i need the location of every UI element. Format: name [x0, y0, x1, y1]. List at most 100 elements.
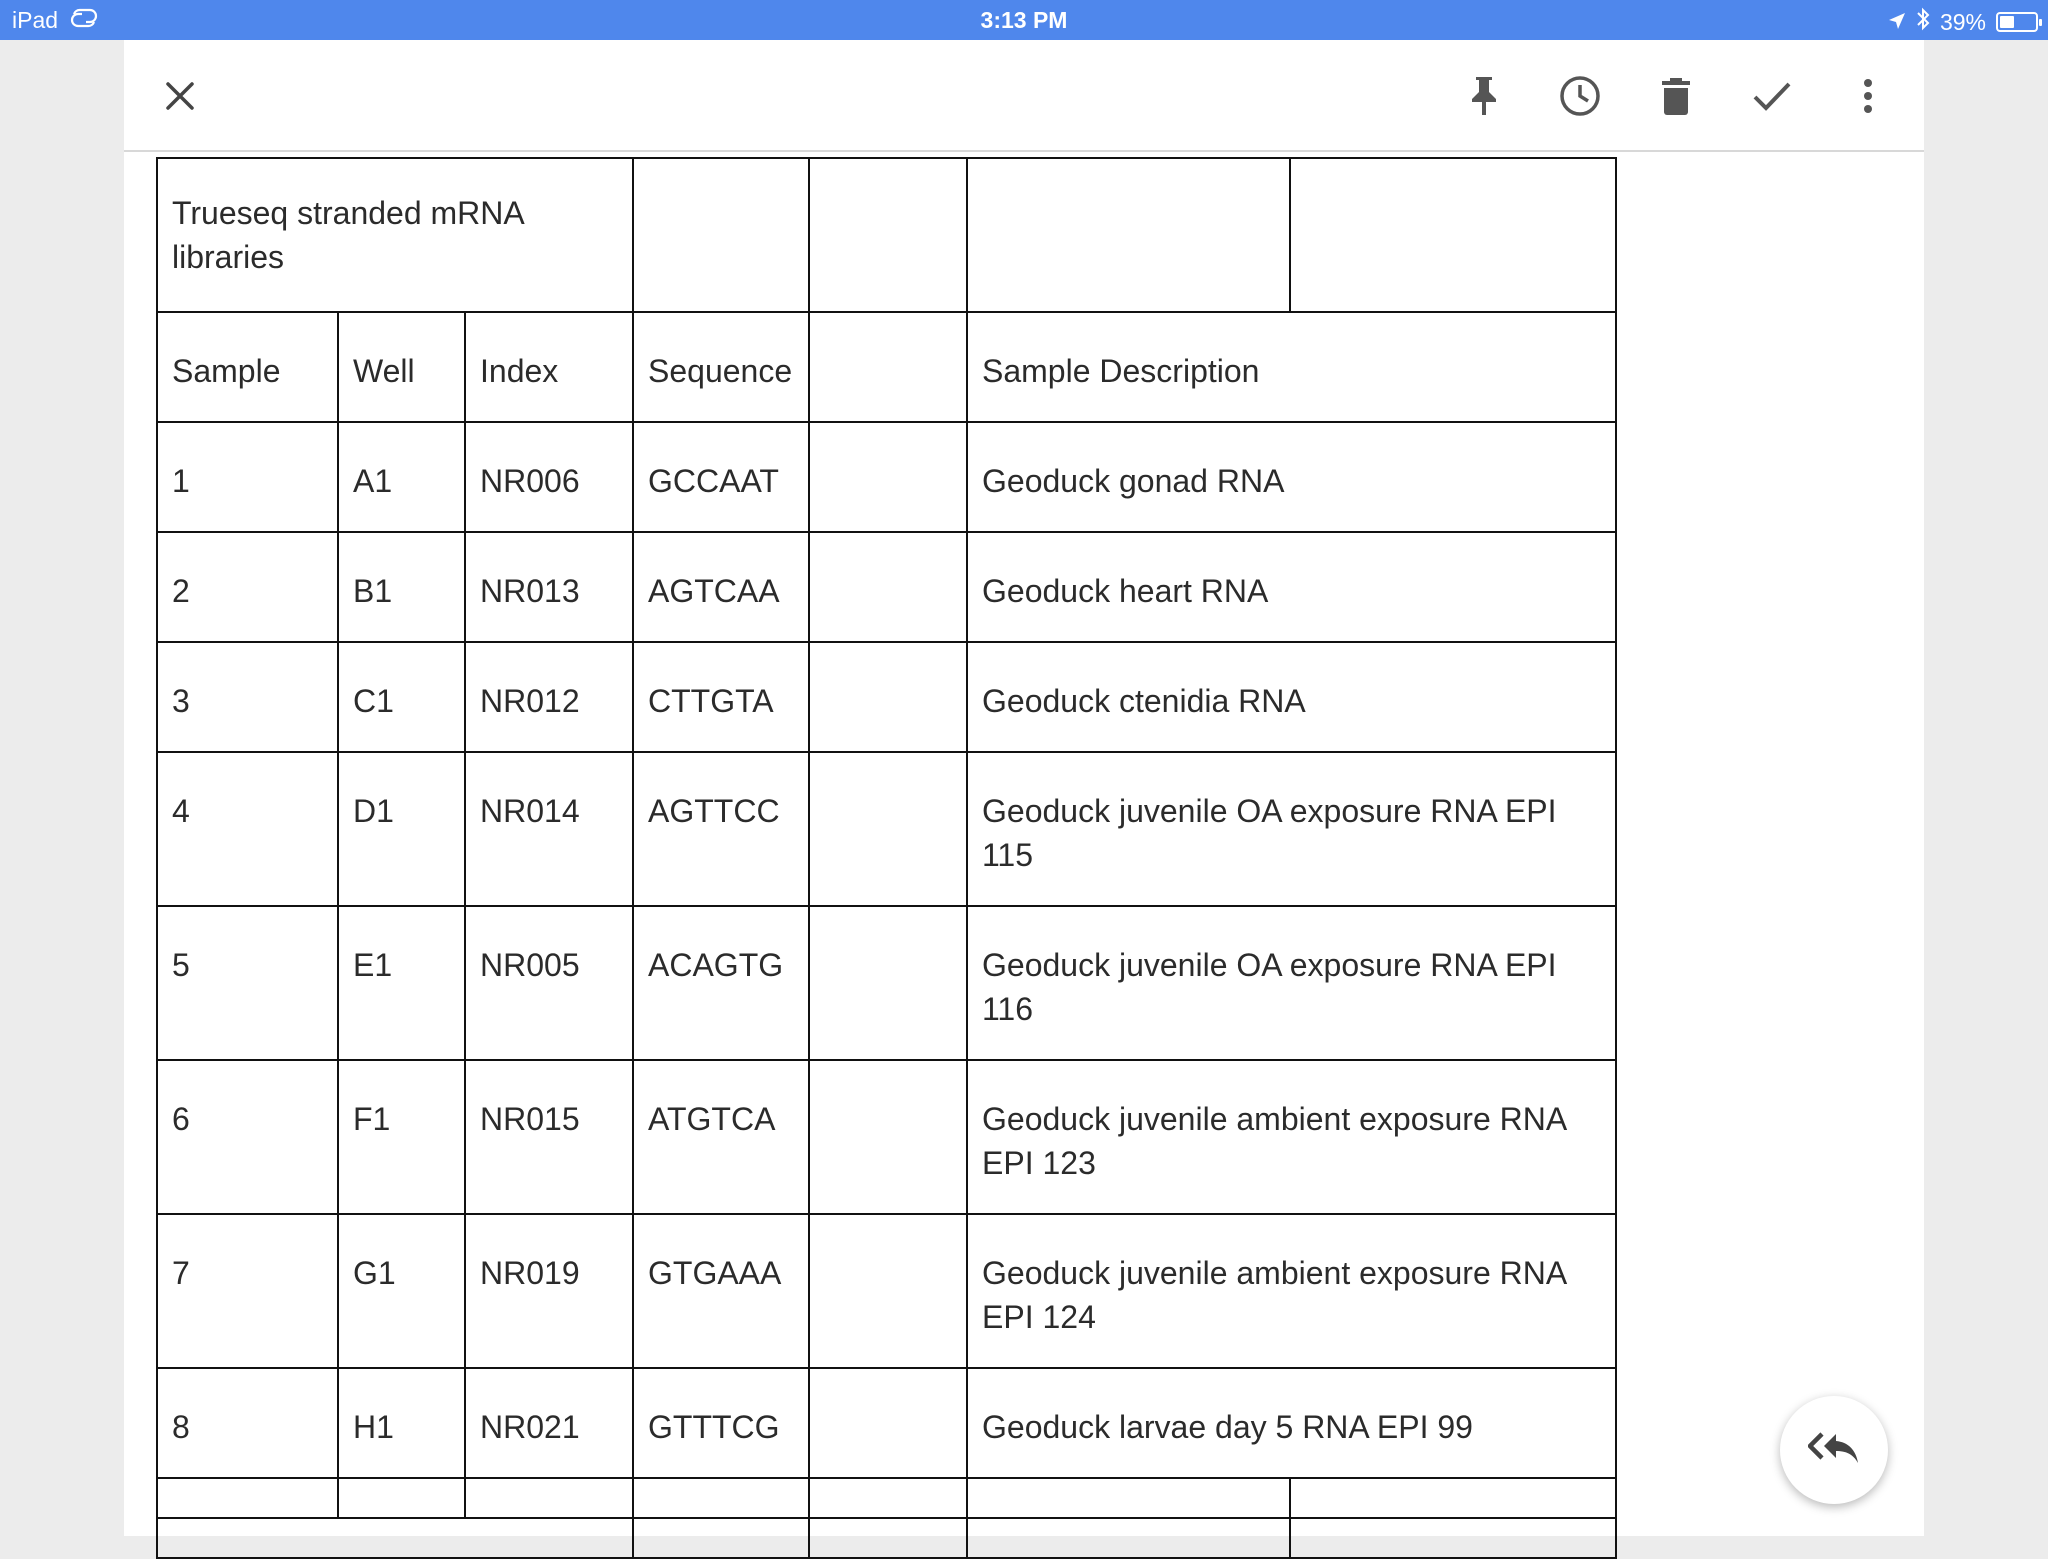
table-row: 1 A1 NR006 GCCAAT Geoduck gonad RNA — [156, 421, 1617, 533]
empty-cell — [808, 1477, 968, 1519]
cell-well: H1 — [337, 1367, 466, 1479]
cell-index: NR019 — [464, 1213, 634, 1369]
header-sample: Sample — [156, 311, 339, 423]
editor-toolbar — [124, 40, 1924, 152]
empty-cell — [337, 1477, 466, 1519]
reply-all-button[interactable] — [1780, 1396, 1888, 1504]
empty-cell — [808, 157, 968, 313]
bluetooth-icon — [1916, 7, 1930, 37]
cell-sample: 5 — [156, 905, 339, 1061]
cell-sequence: AGTTCC — [632, 751, 810, 907]
cell-index: NR006 — [464, 421, 634, 533]
delete-icon[interactable] — [1648, 68, 1704, 124]
cell-blank — [808, 641, 968, 753]
empty-cell — [1289, 1517, 1617, 1559]
empty-cell — [1289, 157, 1617, 313]
empty-cell — [966, 1517, 1291, 1559]
reply-all-icon — [1807, 1430, 1860, 1471]
header-index: Index — [464, 311, 634, 423]
battery-icon — [1996, 12, 2042, 32]
empty-cell — [156, 1477, 339, 1519]
cell-index: NR012 — [464, 641, 634, 753]
cell-well: C1 — [337, 641, 466, 753]
pin-icon[interactable] — [1456, 68, 1512, 124]
cell-well: B1 — [337, 531, 466, 643]
table-header-row: Sample Well Index Sequence Sample Descri… — [156, 311, 1617, 423]
more-vert-icon[interactable] — [1840, 68, 1896, 124]
empty-cell — [1289, 1477, 1617, 1519]
table-row: 7 G1 NR019 GTGAAA Geoduck juvenile ambie… — [156, 1213, 1617, 1369]
cell-description: Geoduck gonad RNA — [966, 421, 1617, 533]
empty-cell — [464, 1477, 634, 1519]
cell-index: NR014 — [464, 751, 634, 907]
status-time: 3:13 PM — [980, 7, 1068, 33]
header-blank — [808, 311, 968, 423]
empty-cell — [966, 1477, 1291, 1519]
close-icon[interactable] — [152, 68, 208, 124]
status-bar: iPad 3:13 PM 39% — [0, 0, 2048, 40]
header-description: Sample Description — [966, 311, 1617, 423]
table-row: 4 D1 NR014 AGTTCC Geoduck juvenile OA ex… — [156, 751, 1617, 907]
cell-description: Geoduck juvenile OA exposure RNA EPI 116 — [966, 905, 1617, 1061]
table-row: 8 H1 NR021 GTTTCG Geoduck larvae day 5 R… — [156, 1367, 1617, 1479]
cell-description: Geoduck juvenile OA exposure RNA EPI 115 — [966, 751, 1617, 907]
cell-well: D1 — [337, 751, 466, 907]
empty-cell — [632, 157, 810, 313]
cell-blank — [808, 1059, 968, 1215]
done-check-icon[interactable] — [1744, 68, 1800, 124]
cell-well: E1 — [337, 905, 466, 1061]
cell-index: NR005 — [464, 905, 634, 1061]
table-row-partial — [156, 1517, 1617, 1559]
cell-blank — [808, 905, 968, 1061]
cell-sample: 1 — [156, 421, 339, 533]
cell-blank — [808, 751, 968, 907]
table-title: Trueseq stranded mRNA libraries — [156, 157, 634, 313]
cell-sequence: ATGTCA — [632, 1059, 810, 1215]
cell-well: G1 — [337, 1213, 466, 1369]
cell-index: NR021 — [464, 1367, 634, 1479]
reminder-clock-icon[interactable] — [1552, 68, 1608, 124]
note-editor: Trueseq stranded mRNA libraries Sample W… — [124, 40, 1924, 1559]
empty-cell — [632, 1477, 810, 1519]
library-table: Trueseq stranded mRNA libraries Sample W… — [156, 157, 1617, 1559]
cell-well: F1 — [337, 1059, 466, 1215]
empty-cell — [156, 1517, 634, 1559]
cell-sequence: CTTGTA — [632, 641, 810, 753]
empty-cell — [632, 1517, 810, 1559]
table-row: 6 F1 NR015 ATGTCA Geoduck juvenile ambie… — [156, 1059, 1617, 1215]
table-row: 5 E1 NR005 ACAGTG Geoduck juvenile OA ex… — [156, 905, 1617, 1061]
cell-description: Geoduck heart RNA — [966, 531, 1617, 643]
location-arrow-icon — [1888, 9, 1906, 36]
cell-sequence: GTTTCG — [632, 1367, 810, 1479]
cell-sequence: GTGAAA — [632, 1213, 810, 1369]
cell-sequence: GCCAAT — [632, 421, 810, 533]
cell-description: Geoduck ctenidia RNA — [966, 641, 1617, 753]
cell-index: NR013 — [464, 531, 634, 643]
table-body: Trueseq stranded mRNA libraries Sample W… — [156, 157, 1617, 1559]
cell-sample: 3 — [156, 641, 339, 753]
cell-sequence: ACAGTG — [632, 905, 810, 1061]
empty-cell — [966, 157, 1291, 313]
header-well: Well — [337, 311, 466, 423]
cell-description: Geoduck juvenile ambient exposure RNA EP… — [966, 1059, 1617, 1215]
cell-sample: 8 — [156, 1367, 339, 1479]
header-sequence: Sequence — [632, 311, 810, 423]
cell-blank — [808, 1213, 968, 1369]
cell-blank — [808, 421, 968, 533]
cell-sample: 6 — [156, 1059, 339, 1215]
cell-description: Geoduck juvenile ambient exposure RNA EP… — [966, 1213, 1617, 1369]
cell-description: Geoduck larvae day 5 RNA EPI 99 — [966, 1367, 1617, 1479]
table-title-row: Trueseq stranded mRNA libraries — [156, 157, 1617, 313]
empty-cell — [808, 1517, 968, 1559]
cell-sequence: AGTCAA — [632, 531, 810, 643]
cell-index: NR015 — [464, 1059, 634, 1215]
cell-blank — [808, 531, 968, 643]
table-row: 2 B1 NR013 AGTCAA Geoduck heart RNA — [156, 531, 1617, 643]
cell-sample: 4 — [156, 751, 339, 907]
cell-sample: 7 — [156, 1213, 339, 1369]
cell-well: A1 — [337, 421, 466, 533]
table-row-partial — [156, 1477, 1617, 1519]
cell-blank — [808, 1367, 968, 1479]
cell-sample: 2 — [156, 531, 339, 643]
table-row: 3 C1 NR012 CTTGTA Geoduck ctenidia RNA — [156, 641, 1617, 753]
